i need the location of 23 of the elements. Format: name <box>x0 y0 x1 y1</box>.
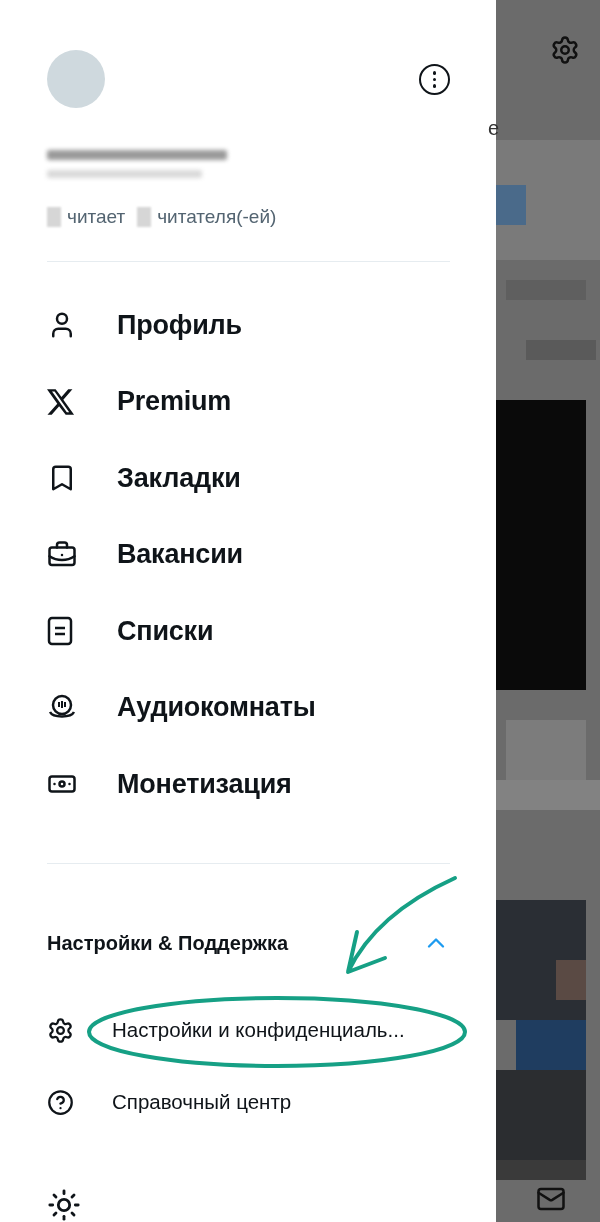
menu-item[interactable]: Монетизация <box>47 746 450 823</box>
submenu-item[interactable]: Настройки и конфиденциаль... <box>47 994 450 1066</box>
menu-item[interactable]: Профиль <box>47 287 450 364</box>
menu-item[interactable]: Закладки <box>47 440 450 517</box>
submenu-item[interactable]: Справочный центр <box>47 1066 450 1138</box>
menu-item[interactable]: Списки <box>47 593 450 670</box>
more-options-button[interactable] <box>419 64 450 95</box>
followers-label[interactable]: читателя(-ей) <box>157 205 277 228</box>
blurred-count <box>47 206 61 227</box>
help-icon <box>47 1088 74 1116</box>
settings-button[interactable] <box>550 35 580 65</box>
display-button[interactable] <box>47 1188 81 1222</box>
following-label[interactable]: читает <box>67 205 126 228</box>
section-title: Настройки & Поддержка <box>47 931 289 955</box>
list-icon <box>47 616 73 647</box>
section-toggle[interactable]: Настройки & Поддержка <box>47 929 450 957</box>
blurred-count <box>137 206 152 227</box>
menu-item[interactable]: Premium <box>47 363 450 440</box>
x-logo-icon <box>47 388 75 415</box>
menu-item[interactable]: Аудиокомнаты <box>47 669 450 746</box>
sun-icon <box>47 1188 81 1222</box>
menu-item[interactable]: Вакансии <box>47 516 450 593</box>
settings-icon <box>47 1016 74 1044</box>
